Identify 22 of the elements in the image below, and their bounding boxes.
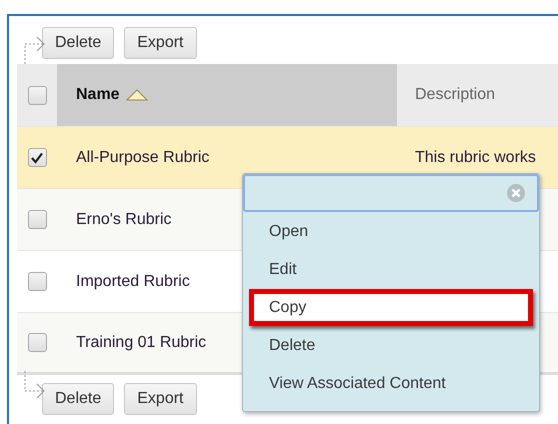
menu-item[interactable]: Open [249, 213, 533, 250]
menu-item[interactable]: Delete [249, 327, 533, 364]
rubric-name[interactable]: Training 01 Rubric [76, 334, 206, 350]
column-header[interactable]: Name [57, 64, 397, 126]
checkbox[interactable] [28, 148, 46, 167]
delete-button[interactable]: Delete [42, 383, 114, 415]
close-icon[interactable] [507, 184, 525, 202]
checkbox[interactable] [28, 272, 46, 291]
rubric-name[interactable]: Erno's Rubric [76, 210, 172, 228]
delete-button[interactable]: Delete [42, 27, 114, 59]
rubric-description: This rubric works [415, 148, 536, 166]
checkbox[interactable] [28, 86, 46, 104]
rubric-name[interactable]: All-Purpose Rubric [76, 148, 210, 166]
checkbox[interactable] [28, 333, 46, 352]
menu-item[interactable]: View Associated Content [249, 365, 533, 402]
sort-ascending-icon [126, 89, 148, 101]
export-button[interactable]: Export [124, 27, 196, 59]
rubric-name[interactable]: Imported Rubric [76, 272, 190, 290]
export-button[interactable]: Export [124, 383, 196, 415]
menu-item[interactable]: Copy [249, 289, 533, 326]
checkbox[interactable] [28, 210, 46, 229]
menu-item[interactable]: Edit [249, 251, 533, 288]
